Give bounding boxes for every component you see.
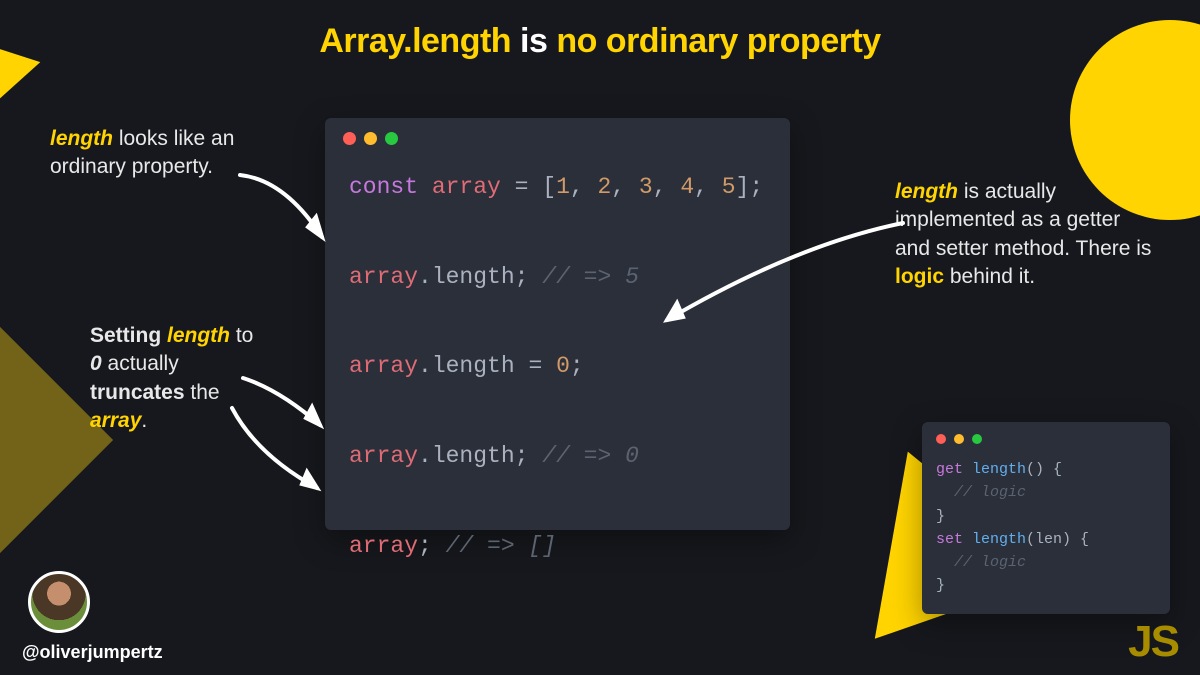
annotation-text: behind it.: [944, 265, 1035, 288]
annotation-highlight: length: [167, 324, 230, 347]
window-controls: [922, 422, 1170, 444]
annotation-bold: truncates: [90, 381, 185, 404]
code-block-small: get length() { // logic } set length(len…: [922, 444, 1170, 612]
annotation-text: to: [230, 324, 253, 347]
title-highlight-2: no ordinary property: [556, 22, 880, 60]
close-icon: [343, 132, 356, 145]
annotation-highlight: array: [90, 409, 141, 432]
arrow-icon: [655, 215, 915, 335]
js-badge: JS: [1128, 617, 1178, 667]
author-handle: @oliverjumpertz: [22, 642, 163, 663]
minimize-icon: [954, 434, 964, 444]
arrow-icon: [230, 165, 340, 255]
code-block-main: const array = [1, 2, 3, 4, 5]; array.len…: [325, 145, 790, 589]
window-controls: [325, 118, 790, 145]
annotation-highlight: length: [895, 180, 958, 203]
maximize-icon: [385, 132, 398, 145]
annotation-bold: 0: [90, 352, 102, 375]
annotation-text: the: [185, 381, 220, 404]
arrow-icon: [222, 400, 332, 500]
close-icon: [936, 434, 946, 444]
annotation-right: length is actually implemented as a gett…: [895, 178, 1155, 291]
annotation-text: Setting: [90, 324, 167, 347]
title-plain: is: [511, 22, 556, 60]
annotation-text: .: [141, 409, 147, 432]
code-window-small: get length() { // logic } set length(len…: [922, 422, 1170, 614]
title-highlight-1: Array.length: [319, 22, 511, 60]
avatar: [28, 571, 90, 633]
minimize-icon: [364, 132, 377, 145]
maximize-icon: [972, 434, 982, 444]
annotation-text: actually: [102, 352, 179, 375]
page-title: Array.length is no ordinary property: [0, 22, 1200, 61]
annotation-highlight: length: [50, 127, 113, 150]
